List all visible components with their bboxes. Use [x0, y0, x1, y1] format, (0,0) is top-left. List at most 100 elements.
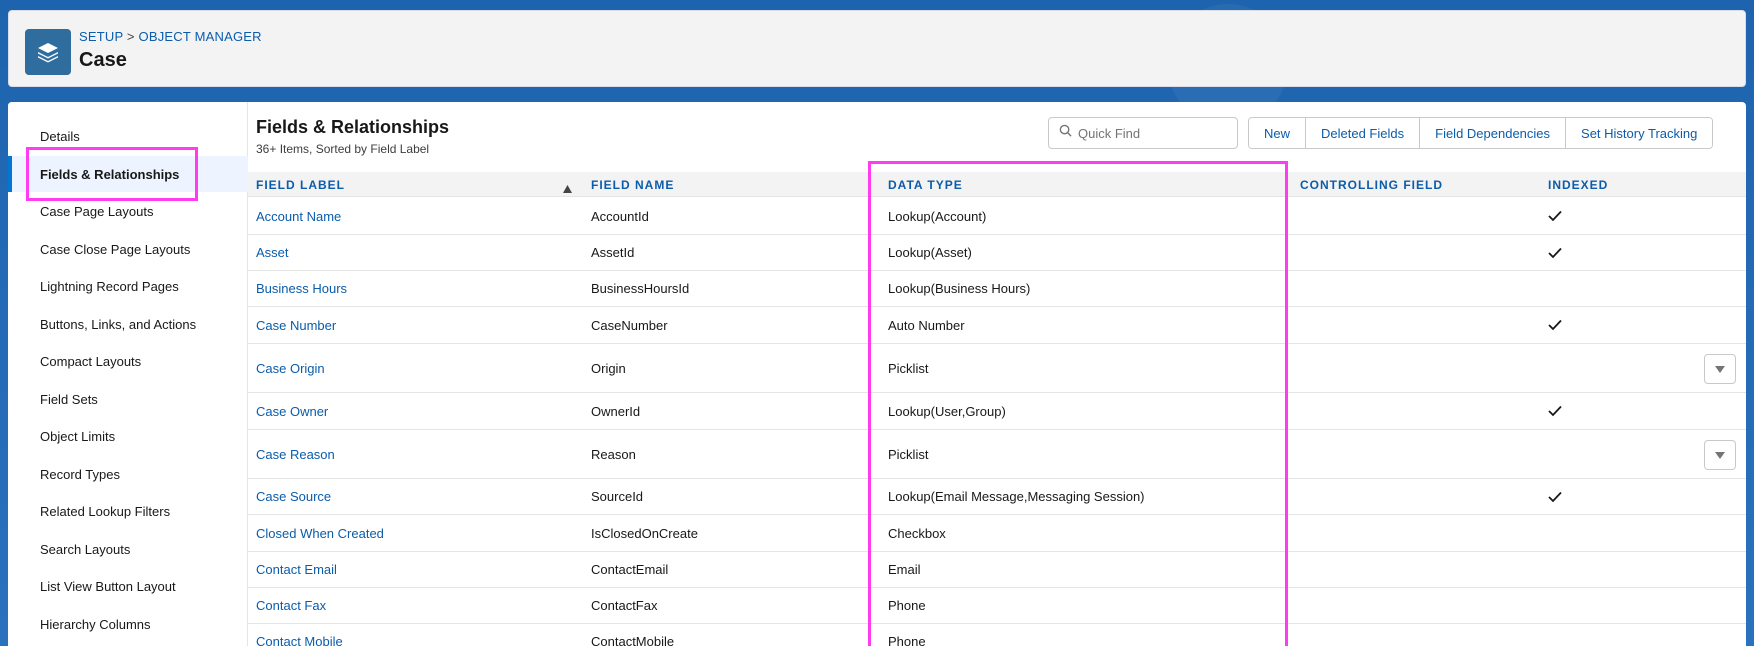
sidebar-item-search-layouts[interactable]: Search Layouts — [8, 531, 248, 567]
field-name-cell: Reason — [591, 446, 636, 462]
column-header-indexed[interactable]: INDEXED — [1548, 172, 1608, 197]
data-type-cell: Auto Number — [888, 317, 965, 333]
sidebar-item-details[interactable]: Details — [8, 118, 248, 154]
breadcrumb-object-manager[interactable]: OBJECT MANAGER — [139, 29, 262, 44]
sidebar-item-label: List View Button Layout — [40, 578, 176, 594]
field-label-link[interactable]: Case Origin — [256, 344, 325, 392]
breadcrumb-setup[interactable]: SETUP — [79, 29, 123, 44]
object-header: SETUP > OBJECT MANAGER Case — [8, 10, 1746, 87]
field-name-cell: IsClosedOnCreate — [591, 525, 698, 541]
column-header-data-type[interactable]: DATA TYPE — [888, 172, 963, 197]
sort-ascending-icon[interactable] — [563, 180, 572, 198]
sidebar: Details Fields & Relationships Case Page… — [8, 102, 248, 646]
table-row: Closed When Created IsClosedOnCreate Check… — [248, 515, 1746, 552]
chevron-down-icon — [1715, 446, 1725, 464]
table-row: Case Origin Origin Picklist — [248, 344, 1746, 393]
new-button[interactable]: New — [1249, 118, 1307, 148]
sidebar-item-label: Details — [40, 128, 80, 144]
sidebar-item-label: Buttons, Links, and Actions — [40, 316, 197, 332]
sidebar-item-label: Compact Layouts — [40, 353, 142, 369]
field-name-cell: ContactFax — [591, 598, 658, 613]
field-name-cell: AssetId — [591, 245, 635, 260]
field-label-link[interactable]: Business Hours — [256, 271, 347, 306]
table-row: Contact Mobile ContactMobile Phone — [248, 624, 1746, 646]
field-label-link[interactable]: Account Name — [256, 198, 341, 234]
sidebar-item-object-limits[interactable]: Object Limits — [8, 418, 248, 454]
search-icon — [1059, 124, 1072, 142]
deleted-fields-button[interactable]: Deleted Fields — [1306, 118, 1421, 148]
field-name-cell: OwnerId — [591, 403, 641, 419]
sidebar-item-related-lookup-filters[interactable]: Related Lookup Filters — [8, 493, 248, 529]
sidebar-item-compact-layouts[interactable]: Compact Layouts — [8, 343, 248, 379]
field-label-link[interactable]: Contact Mobile — [256, 624, 343, 646]
main-panel: Details Fields & Relationships Case Page… — [8, 102, 1746, 646]
table-row: Case Source SourceId Lookup(Email Message,… — [248, 479, 1746, 515]
data-type-cell: Picklist — [888, 360, 929, 376]
sidebar-item-list-view-button-layout[interactable]: List View Button Layout — [8, 568, 248, 604]
field-label-link[interactable]: Asset — [256, 235, 289, 270]
field-name-cell: Origin — [591, 360, 626, 376]
table-row: Account Name AccountId Lookup(Account) — [248, 198, 1746, 235]
sidebar-item-label: Lightning Record Pages — [40, 278, 179, 294]
table-row: Business Hours BusinessHoursId Lookup(Busi… — [248, 271, 1746, 307]
quick-find-input[interactable] — [1078, 125, 1228, 141]
table-row: Case Owner OwnerId Lookup(User,Group) — [248, 393, 1746, 430]
row-actions-dropdown-button[interactable] — [1704, 353, 1736, 384]
data-type-cell: Picklist — [888, 446, 929, 462]
field-label-link[interactable]: Case Source — [256, 479, 331, 514]
sidebar-item-record-types[interactable]: Record Types — [8, 456, 248, 492]
page-title: Case — [79, 49, 127, 71]
sidebar-item-buttons-links-actions[interactable]: Buttons, Links, and Actions — [8, 306, 248, 342]
field-label-link[interactable]: Closed When Created — [256, 515, 384, 551]
list-subtitle: 36+ Items, Sorted by Field Label — [256, 142, 430, 156]
checkmark-icon — [1548, 393, 1562, 429]
action-button-group: New Deleted Fields Field Dependencies Se… — [1248, 117, 1714, 149]
field-label-link[interactable]: Case Number — [256, 307, 336, 343]
field-label-link[interactable]: Case Reason — [256, 430, 335, 478]
sidebar-item-label: Search Layouts — [40, 541, 131, 557]
breadcrumb: SETUP > OBJECT MANAGER — [79, 29, 262, 44]
sidebar-item-case-page-layouts[interactable]: Case Page Layouts — [8, 193, 248, 229]
data-type-cell: Lookup(User,Group) — [888, 403, 1006, 419]
sidebar-item-case-close-page-layouts[interactable]: Case Close Page Layouts — [8, 231, 248, 267]
column-header-controlling-field[interactable]: CONTROLLING FIELD — [1300, 172, 1443, 197]
breadcrumb-separator: > — [123, 29, 139, 44]
sidebar-item-label: Case Close Page Layouts — [40, 241, 191, 257]
field-name-cell: SourceId — [591, 489, 644, 504]
sidebar-item-label: Related Lookup Filters — [40, 503, 171, 519]
data-type-cell: Phone — [888, 634, 926, 646]
table-row: Case Reason Reason Picklist — [248, 430, 1746, 479]
field-name-cell: ContactEmail — [591, 562, 669, 577]
field-name-cell: CaseNumber — [591, 317, 668, 333]
sidebar-item-fields-relationships[interactable]: Fields & Relationships — [8, 156, 248, 192]
checkmark-icon — [1548, 198, 1562, 234]
row-actions-dropdown-button[interactable] — [1704, 439, 1736, 470]
checkmark-icon — [1548, 235, 1562, 270]
field-label-link[interactable]: Case Owner — [256, 393, 328, 429]
field-dependencies-button[interactable]: Field Dependencies — [1420, 118, 1567, 148]
data-type-cell: Lookup(Email Message,Messaging Session) — [888, 489, 1145, 504]
set-history-tracking-button[interactable]: Set History Tracking — [1566, 118, 1713, 148]
sidebar-item-label: Case Page Layouts — [40, 203, 154, 219]
sidebar-item-lightning-record-pages[interactable]: Lightning Record Pages — [8, 268, 248, 304]
data-type-cell: Phone — [888, 598, 926, 613]
field-name-cell: ContactMobile — [591, 634, 675, 646]
sidebar-item-label: Object Limits — [40, 428, 116, 444]
field-label-link[interactable]: Contact Email — [256, 552, 337, 587]
column-header-field-name[interactable]: FIELD NAME — [591, 172, 674, 197]
layers-icon — [25, 29, 71, 75]
field-label-link[interactable]: Contact Fax — [256, 588, 326, 623]
table-header: FIELD LABEL FIELD NAME DATA TYPE CONTROL… — [248, 172, 1746, 197]
data-type-cell: Checkbox — [888, 525, 946, 541]
sidebar-item-hierarchy-columns[interactable]: Hierarchy Columns — [8, 606, 248, 642]
table-row: Contact Email ContactEmail Email — [248, 552, 1746, 588]
data-type-cell: Lookup(Asset) — [888, 245, 972, 260]
sidebar-item-field-sets[interactable]: Field Sets — [8, 381, 248, 417]
column-header-field-label[interactable]: FIELD LABEL — [256, 172, 345, 197]
data-type-cell: Lookup(Business Hours) — [888, 281, 1031, 296]
checkmark-icon — [1548, 479, 1562, 514]
sidebar-item-label: Hierarchy Columns — [40, 616, 151, 632]
table-row: Asset AssetId Lookup(Asset) — [248, 235, 1746, 271]
chevron-down-icon — [1715, 360, 1725, 378]
fields-content: Fields & Relationships 36+ Items, Sorted… — [248, 102, 1746, 646]
